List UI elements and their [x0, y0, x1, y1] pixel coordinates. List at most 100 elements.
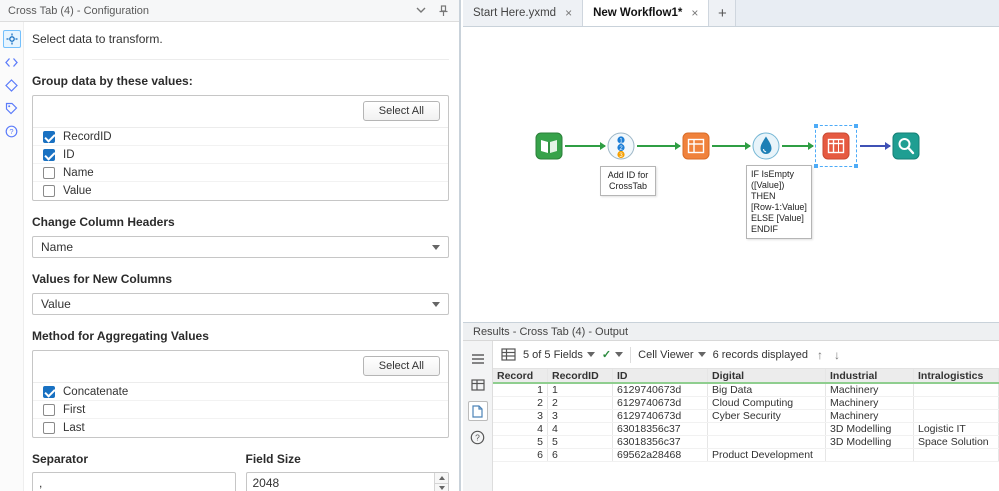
- document-view-icon[interactable]: [467, 401, 488, 421]
- table-view-icon[interactable]: [468, 375, 488, 395]
- tab-new-workflow1[interactable]: New Workflow1* ×: [583, 0, 710, 26]
- tab-start-here[interactable]: Start Here.yxmd ×: [463, 0, 584, 26]
- configuration-content: Select data to transform. Group data by …: [24, 22, 459, 491]
- checkbox[interactable]: [43, 422, 55, 434]
- checkbox[interactable]: [43, 148, 55, 161]
- field-size-input[interactable]: [245, 472, 449, 491]
- tag-tab-icon[interactable]: [3, 99, 21, 117]
- scroll-down-icon[interactable]: ↓: [832, 348, 842, 362]
- table-row[interactable]: 4 4 63018356c37 3D Modelling Logistic IT: [493, 423, 999, 436]
- table-cell: [914, 397, 999, 409]
- connection-crosstab-browse[interactable]: [860, 142, 891, 150]
- checkbox[interactable]: [43, 130, 55, 143]
- help-tab-icon[interactable]: ?: [3, 122, 21, 140]
- navigation-tab-icon[interactable]: [3, 76, 21, 94]
- chevron-down-icon: [586, 352, 595, 357]
- group-item-recordid[interactable]: RecordID: [33, 128, 448, 146]
- group-item-name[interactable]: Name: [33, 164, 448, 182]
- table-cell: 6: [493, 449, 548, 461]
- connection-textinput-recordid[interactable]: [565, 142, 606, 150]
- selection-handle[interactable]: [814, 124, 818, 128]
- close-icon[interactable]: ×: [565, 6, 572, 20]
- table-row[interactable]: 1 1 6129740673d Big Data Machinery: [493, 384, 999, 397]
- connection-transpose-formula[interactable]: [712, 142, 751, 150]
- formula-annotation[interactable]: IF IsEmpty ([Value]) THEN [Row-1:Value] …: [746, 165, 812, 239]
- column-header[interactable]: RecordID: [548, 369, 613, 382]
- table-cell: [914, 384, 999, 396]
- workflow-canvas[interactable]: 1 2 3 Add ID for CrossTab IF IsEmpty ([V…: [463, 27, 999, 322]
- configuration-tab-icon[interactable]: [2, 30, 21, 48]
- results-header: Results - Cross Tab (4) - Output: [463, 322, 999, 341]
- workspace: Start Here.yxmd × New Workflow1* × + 1 2…: [463, 0, 999, 491]
- group-select-all-button[interactable]: Select All: [362, 101, 440, 121]
- column-headers-dropdown[interactable]: Name: [32, 236, 449, 258]
- checkbox-label: Last: [63, 422, 85, 434]
- results-side-strip: ?: [463, 341, 493, 491]
- browse-tool[interactable]: [892, 132, 920, 160]
- config-intro-text: Select data to transform.: [32, 32, 449, 60]
- checkbox[interactable]: [43, 403, 55, 416]
- checkbox[interactable]: [43, 185, 55, 197]
- table-cell: Cyber Security: [708, 410, 826, 422]
- aggregation-item-concatenate[interactable]: Concatenate: [33, 383, 448, 401]
- selection-handle[interactable]: [814, 164, 818, 168]
- close-icon[interactable]: ×: [691, 6, 698, 20]
- profile-view-icon[interactable]: [468, 349, 488, 369]
- multi-row-formula-tool[interactable]: [752, 132, 780, 160]
- table-cell: 1: [548, 384, 613, 396]
- code-tab-icon[interactable]: [3, 53, 21, 71]
- group-item-id[interactable]: ID: [33, 146, 448, 164]
- separator-input[interactable]: [32, 472, 236, 491]
- table-cell: 3: [548, 410, 613, 422]
- cross-tab-tool[interactable]: [822, 132, 850, 160]
- multi-row-formula-icon: [752, 132, 780, 160]
- separator-label: Separator: [32, 452, 89, 466]
- triangle-down-icon: [438, 486, 445, 491]
- table-row[interactable]: 3 3 6129740673d Cyber Security Machinery: [493, 410, 999, 423]
- group-item-value[interactable]: Value: [33, 182, 448, 200]
- selection-handle[interactable]: [854, 164, 858, 168]
- column-header[interactable]: Digital: [708, 369, 826, 382]
- results-panel: Results - Cross Tab (4) - Output ? 5 of …: [463, 322, 999, 491]
- column-header[interactable]: Industrial: [826, 369, 914, 382]
- table-cell: 5: [493, 436, 548, 448]
- chevron-down-icon: [432, 301, 440, 307]
- stepper-up-button[interactable]: [435, 473, 448, 483]
- aggregation-item-last[interactable]: Last: [33, 419, 448, 437]
- connection-formula-crosstab[interactable]: [782, 142, 814, 150]
- grid-icon[interactable]: [501, 348, 516, 361]
- new-tab-button[interactable]: +: [709, 0, 737, 26]
- fields-dropdown[interactable]: 5 of 5 Fields: [523, 349, 595, 361]
- table-cell: Machinery: [826, 397, 914, 409]
- results-main: 5 of 5 Fields ✓ Cell Viewer 6 records di…: [493, 341, 999, 491]
- column-header[interactable]: ID: [613, 369, 708, 382]
- new-columns-dropdown[interactable]: Value: [32, 293, 449, 315]
- data-quality-filter[interactable]: ✓: [601, 348, 624, 361]
- pin-icon[interactable]: [435, 3, 451, 19]
- column-header[interactable]: Intralogistics: [914, 369, 999, 382]
- checkbox[interactable]: [43, 385, 55, 398]
- aggregation-listbox-toolbar: Select All: [33, 351, 448, 383]
- collapse-chevron-icon[interactable]: [413, 3, 429, 19]
- checkbox[interactable]: [43, 166, 55, 179]
- help-icon[interactable]: ?: [468, 427, 488, 447]
- dropdown-value: Name: [41, 240, 74, 254]
- scroll-up-icon[interactable]: ↑: [815, 348, 825, 362]
- column-header[interactable]: Record: [493, 369, 548, 382]
- checkmark-icon: ✓: [601, 349, 612, 361]
- selection-handle[interactable]: [854, 124, 858, 128]
- aggregation-item-first[interactable]: First: [33, 401, 448, 419]
- cell-viewer-dropdown[interactable]: Cell Viewer: [638, 349, 706, 361]
- connection-recordid-transpose[interactable]: [637, 142, 681, 150]
- table-row[interactable]: 2 2 6129740673d Cloud Computing Machinery: [493, 397, 999, 410]
- recordid-annotation[interactable]: Add ID for CrossTab: [600, 166, 656, 196]
- aggregation-select-all-button[interactable]: Select All: [362, 356, 440, 376]
- stepper-down-button[interactable]: [435, 482, 448, 491]
- transpose-tool[interactable]: [682, 132, 710, 160]
- configuration-panel-header: Cross Tab (4) - Configuration: [0, 0, 459, 22]
- text-input-tool[interactable]: [535, 132, 563, 160]
- record-id-tool[interactable]: 1 2 3: [607, 132, 635, 160]
- checkbox-label: Name: [63, 166, 94, 179]
- table-row[interactable]: 5 5 63018356c37 3D Modelling Space Solution: [493, 436, 999, 449]
- table-row[interactable]: 6 6 69562a28468 Product Development: [493, 449, 999, 462]
